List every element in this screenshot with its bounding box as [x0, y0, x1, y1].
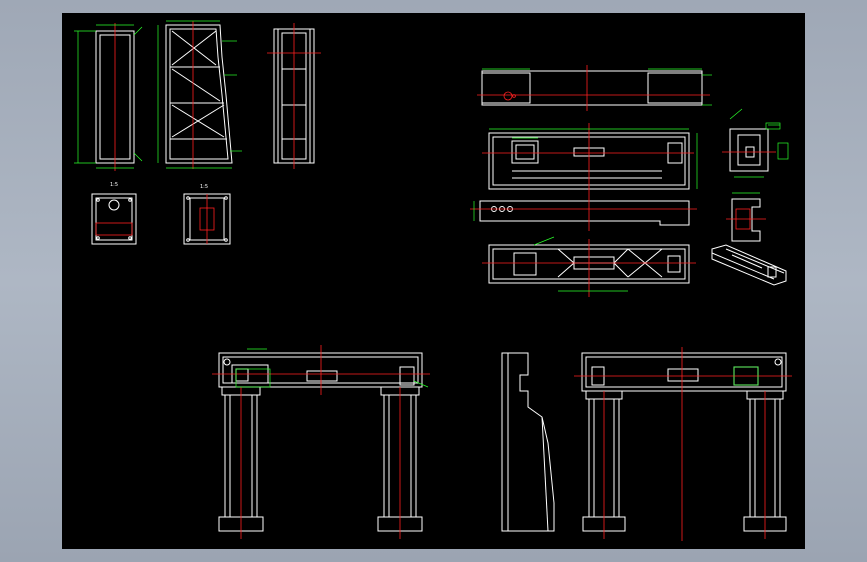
- column-front-view: [74, 23, 143, 171]
- isometric-beam: [711, 244, 787, 286]
- drawing-viewport[interactable]: 1:5 1:5: [62, 13, 805, 549]
- section-a: 1:5: [91, 182, 137, 245]
- stand-front-elevation: [212, 345, 430, 539]
- beam-front-view: [482, 123, 698, 195]
- beam-bottom-view: [482, 236, 696, 297]
- beam-top-view: [477, 65, 712, 111]
- bracket-detail-view: [722, 108, 789, 178]
- section-b-label: 1:5: [200, 184, 208, 190]
- cad-drawing-canvas: 1:5 1:5: [74, 20, 792, 541]
- column-end-view: [267, 23, 321, 169]
- column-side-view: [157, 20, 242, 169]
- beam-plate-view: [470, 195, 697, 231]
- section-c: [726, 192, 766, 242]
- stand-side-elevation: [501, 352, 555, 532]
- section-a-label: 1:5: [110, 182, 118, 188]
- stand-rear-elevation: [574, 347, 792, 541]
- section-b: 1:5: [183, 184, 231, 245]
